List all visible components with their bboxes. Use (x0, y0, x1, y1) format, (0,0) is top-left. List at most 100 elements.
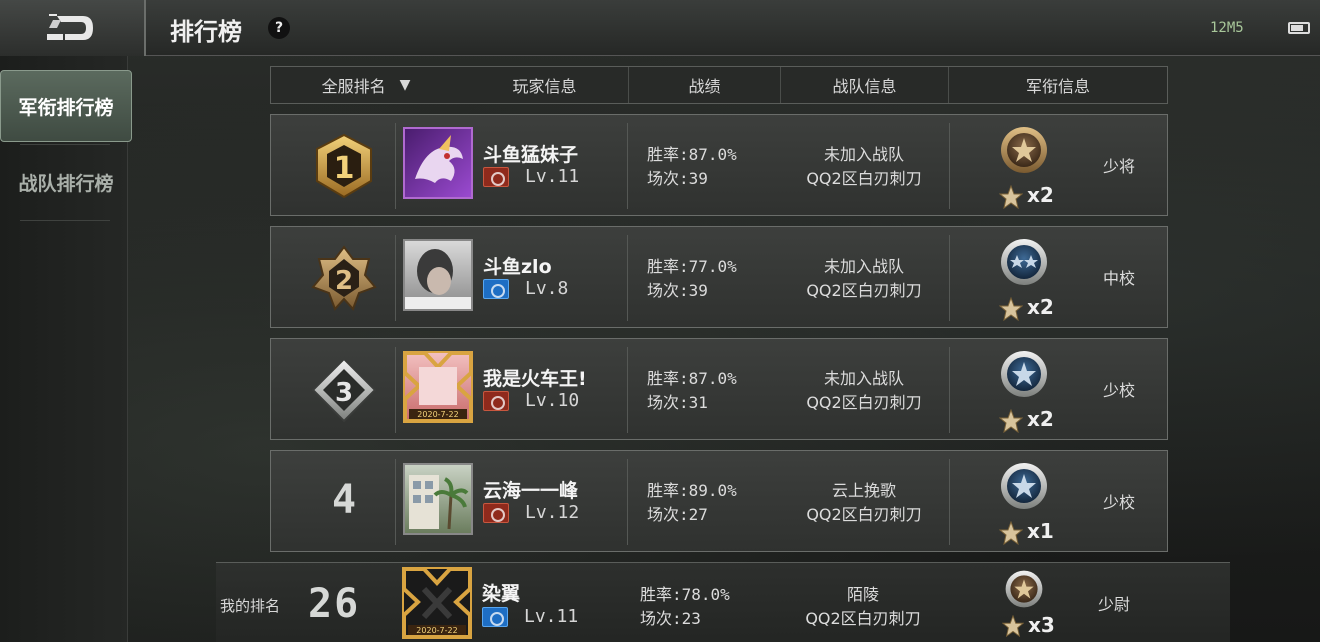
server-name: QQ2区白刃刺刀 (806, 393, 922, 412)
star-icon (999, 521, 1023, 545)
team-name: 陌陵 (846, 585, 879, 604)
star-count: x2 (1027, 183, 1054, 207)
avatar[interactable] (403, 239, 473, 311)
player-name: 斗鱼猛妹子 (483, 144, 579, 166)
match-count: 场次:27 (647, 505, 708, 524)
svg-text:2: 2 (335, 266, 353, 296)
server-name: QQ2区白刃刺刀 (806, 169, 922, 188)
battery-icon (1288, 22, 1310, 34)
sidebar-item-team-leaderboard[interactable]: 战队排行榜 (0, 146, 132, 218)
win-rate: 胜率:89.0% (647, 481, 737, 500)
star-count: x1 (1027, 519, 1054, 543)
dragon-avatar-icon (415, 135, 463, 183)
team-name: 未加入战队 (823, 257, 904, 276)
svg-text:1: 1 (334, 151, 355, 186)
rank-medal-icon (1001, 127, 1047, 173)
divider (627, 459, 628, 545)
star-count: x2 (1027, 407, 1054, 431)
rank-3-badge-icon: 3 (311, 357, 377, 423)
level-icon (483, 167, 509, 187)
divider (627, 123, 628, 209)
svg-text:3: 3 (335, 378, 353, 408)
sidebar: 军衔排行榜 战队排行榜 (0, 56, 132, 642)
avatar[interactable]: 2020-7-22 (402, 567, 472, 639)
rank-title: 少尉 (1097, 595, 1130, 614)
player-level: Lv.12 (525, 502, 580, 523)
level-icon (483, 279, 509, 299)
team-name: 云上挽歌 (831, 481, 896, 500)
rank-title: 少校 (1102, 381, 1135, 400)
player-level: Lv.10 (525, 390, 580, 411)
player-name: 我是火车王! (483, 368, 587, 390)
divider (395, 123, 396, 209)
gold-frame-avatar-icon: 2020-7-22 (405, 353, 471, 421)
divider (627, 235, 628, 321)
help-icon[interactable]: ? (268, 17, 290, 39)
rank-2-badge-icon: 2 (311, 245, 377, 311)
team-name: 未加入战队 (823, 369, 904, 388)
page-title: 排行榜 (170, 18, 242, 46)
server-name: QQ2区白刃刺刀 (805, 609, 921, 628)
building-avatar-icon (409, 475, 469, 530)
scope-label: 全服排名 (321, 77, 386, 96)
table-row[interactable]: 4 云海一一峰 Lv.12 胜率:89.0% 场次:27 云上挽歌 QQ2区白刃… (270, 450, 1168, 552)
table-row[interactable]: 1 斗鱼猛妹子 Lv.11 胜率:87.0% 场次:39 未加入战队 QQ2区白… (270, 114, 1168, 216)
rank-medal-icon (1001, 239, 1047, 285)
star-icon (1002, 615, 1024, 637)
portrait-avatar-icon (405, 249, 471, 309)
svg-text:2020-7-22: 2020-7-22 (416, 626, 457, 635)
star-icon (999, 297, 1023, 321)
top-bar: 排行榜 ? 12M5 (0, 0, 1320, 56)
match-count: 场次:23 (640, 609, 701, 628)
my-ranking-label: 我的排名 (220, 597, 281, 615)
divider (20, 220, 110, 221)
level-icon (483, 503, 509, 523)
player-level: Lv.11 (524, 606, 579, 627)
win-rate: 胜率:87.0% (647, 145, 737, 164)
team-name: 未加入战队 (823, 145, 904, 164)
column-header-rank: 军衔信息 (1025, 77, 1090, 96)
network-status: 12M5 (1210, 20, 1244, 36)
server-name: QQ2区白刃刺刀 (806, 505, 922, 524)
avatar[interactable]: 2020-7-22 (403, 351, 473, 423)
column-header-record: 战绩 (629, 67, 781, 103)
win-rate: 胜率:77.0% (647, 257, 737, 276)
column-header-player: 玩家信息 (461, 67, 629, 103)
my-rank-number: 26 (308, 581, 361, 627)
column-header-team: 战队信息 (781, 67, 949, 103)
player-name: 斗鱼zlo (483, 256, 552, 278)
rank-medal-icon (1001, 463, 1047, 509)
my-ranking-row: 我的排名 26 2020-7-22 染翼 Lv.11 胜率:78.0% 场次:2… (216, 562, 1230, 642)
divider (20, 144, 110, 145)
match-count: 场次:39 (647, 169, 708, 188)
divider (395, 347, 396, 433)
level-icon (482, 607, 508, 627)
table-row[interactable]: 2 斗鱼zlo Lv.8 胜率:77.0% 场次:39 未加入战队 QQ2区白刃… (270, 226, 1168, 328)
sidebar-item-label: 战队排行榜 (18, 172, 114, 195)
rank-1-badge-icon: 1 (316, 133, 372, 199)
divider (949, 459, 950, 545)
level-icon (483, 391, 509, 411)
divider (949, 347, 950, 433)
divider (627, 347, 628, 433)
rank-title: 中校 (1102, 269, 1135, 288)
table-header: 全服排名 ▼ 玩家信息 战绩 战队信息 军衔信息 (270, 66, 1168, 104)
triangle-down-icon: ▼ (399, 77, 411, 93)
divider (395, 235, 396, 321)
back-button[interactable] (0, 0, 146, 56)
back-arrow-icon (47, 14, 93, 40)
divider (949, 123, 950, 209)
star-icon (999, 409, 1023, 433)
rank-title: 少校 (1102, 493, 1135, 512)
player-level: Lv.8 (525, 278, 569, 299)
rank-title: 少将 (1102, 157, 1135, 176)
avatar[interactable] (403, 127, 473, 199)
table-row[interactable]: 3 2020-7-22 我是火车王! Lv.10 胜率:87.0% 场次:31 … (270, 338, 1168, 440)
divider (949, 235, 950, 321)
sidebar-item-rank-leaderboard[interactable]: 军衔排行榜 (0, 70, 132, 142)
sidebar-item-label: 军衔排行榜 (18, 96, 114, 119)
scope-dropdown[interactable]: 全服排名 ▼ (271, 67, 461, 103)
star-icon (999, 185, 1023, 209)
avatar[interactable] (403, 463, 473, 535)
gold-frame-avatar-icon: 2020-7-22 (404, 569, 470, 637)
